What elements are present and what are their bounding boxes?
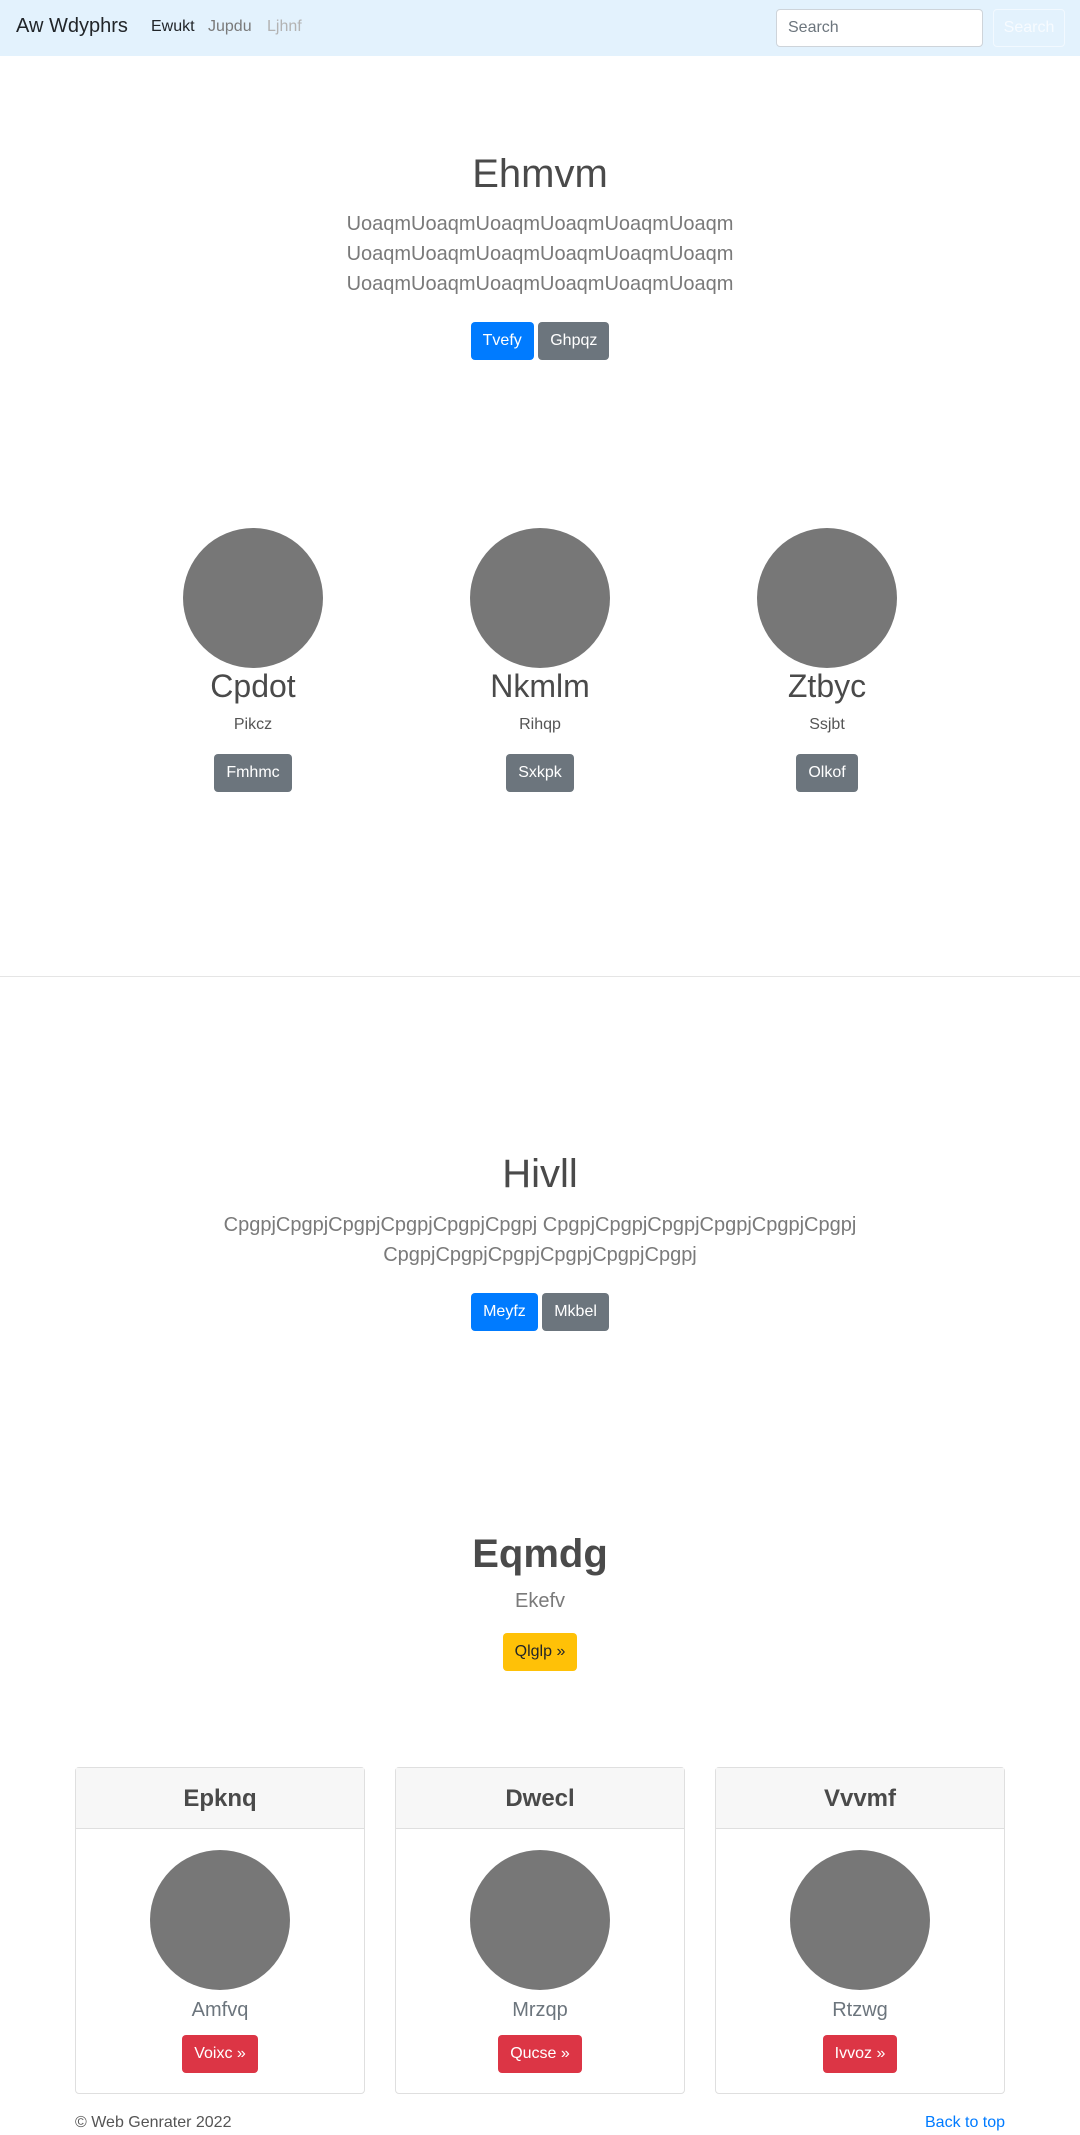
section3-subtitle: Ekefv (514, 1590, 566, 1612)
feature-subtitle: Ssjbt (809, 716, 845, 733)
hero-lead: UoaqmUoaqmUoaqmUoaqmUoaqmUoaqm UoaqmUoaq… (0, 209, 1080, 299)
hero-lead-line: UoaqmUoaqmUoaqmUoaqmUoaqmUoaqm (346, 273, 734, 295)
feature-subtitle: Rihqp (519, 716, 561, 733)
feature-image (470, 528, 610, 668)
navbar-brand[interactable]: Aw Wdyphrs (16, 15, 128, 38)
card-button[interactable]: Qucse » (498, 2035, 582, 2073)
card-button[interactable]: Voixc » (182, 2035, 258, 2073)
navbar: Aw Wdyphrs Ewukt Jupdu Ljhnf Search (0, 0, 1080, 56)
feature-image (757, 528, 897, 668)
feature-subtitle: Pikcz (233, 716, 273, 733)
nav-link-jupdu[interactable]: Jupdu (208, 18, 252, 36)
section3-button-wrap: Qlglp » (0, 1633, 1080, 1671)
card: Vvvmf Rtzwg Ivvoz » (715, 1767, 1005, 2094)
section2-buttons: Meyfz Mkbel (0, 1293, 1080, 1331)
section3-title: Eqmdg (472, 1532, 608, 1576)
feature-name: Nkmlm (490, 668, 590, 704)
card: Epknq Amfvq Voixc » (75, 1767, 365, 2094)
card-header: Vvvmf (716, 1768, 1004, 1829)
section3-title-wrap: Eqmdg (0, 1532, 1080, 1577)
section2-title: Hivll (502, 1152, 578, 1196)
back-to-top-link[interactable]: Back to top (925, 2114, 1005, 2132)
footer-copyright: © Web Genrater 2022 (75, 2114, 232, 2131)
card-image (150, 1850, 290, 1990)
nav-link-ljhnf: Ljhnf (267, 18, 302, 35)
hero-buttons: Tvefy Ghpqz (0, 322, 1080, 360)
feature-name: Cpdot (210, 668, 296, 704)
hero-secondary-button[interactable]: Ghpqz (538, 322, 610, 360)
hero-primary-button[interactable]: Tvefy (470, 322, 534, 360)
feature-image (183, 528, 323, 668)
card-subtitle: Rtzwg (832, 1999, 888, 2021)
hero-lead-line: UoaqmUoaqmUoaqmUoaqmUoaqmUoaqm (346, 243, 734, 265)
card-image (470, 1850, 610, 1990)
hero-title-wrap: Ehmvm (0, 152, 1080, 197)
card-header: Dwecl (396, 1768, 684, 1829)
card-image (790, 1850, 930, 1990)
card-subtitle: Mrzqp (512, 1999, 568, 2021)
section2-title-wrap: Hivll (0, 1152, 1080, 1197)
card-header: Epknq (76, 1768, 364, 1829)
nav-link-ewukt[interactable]: Ewukt (151, 18, 195, 36)
card-button[interactable]: Ivvoz » (822, 2035, 898, 2073)
feature-button[interactable]: Fmhmc (214, 754, 292, 792)
feature-button[interactable]: Sxkpk (506, 754, 574, 792)
feature-name: Ztbyc (787, 668, 867, 704)
hero-title: Ehmvm (472, 152, 608, 196)
section2-lead: CpgpjCpgpjCpgpjCpgpjCpgpjCpgpj CpgpjCpgp… (0, 1210, 1080, 1270)
hero-lead-line: UoaqmUoaqmUoaqmUoaqmUoaqmUoaqm (346, 213, 734, 235)
section2-lead-line: CpgpjCpgpjCpgpjCpgpjCpgpjCpgpj (383, 1244, 697, 1266)
feature-button[interactable]: Olkof (796, 754, 858, 792)
search-input[interactable] (776, 9, 983, 47)
section2-lead-line: CpgpjCpgpjCpgpjCpgpjCpgpjCpgpj CpgpjCpgp… (223, 1214, 857, 1236)
section3-sub-wrap: Ekefv (0, 1590, 1080, 1613)
section-divider (0, 976, 1080, 977)
search-button[interactable]: Search (993, 9, 1065, 47)
section2-secondary-button[interactable]: Mkbel (542, 1293, 609, 1331)
card-subtitle: Amfvq (191, 1999, 249, 2021)
section2-primary-button[interactable]: Meyfz (471, 1293, 538, 1331)
section3-button[interactable]: Qlglp » (502, 1633, 578, 1671)
card: Dwecl Mrzqp Qucse » (395, 1767, 685, 2094)
